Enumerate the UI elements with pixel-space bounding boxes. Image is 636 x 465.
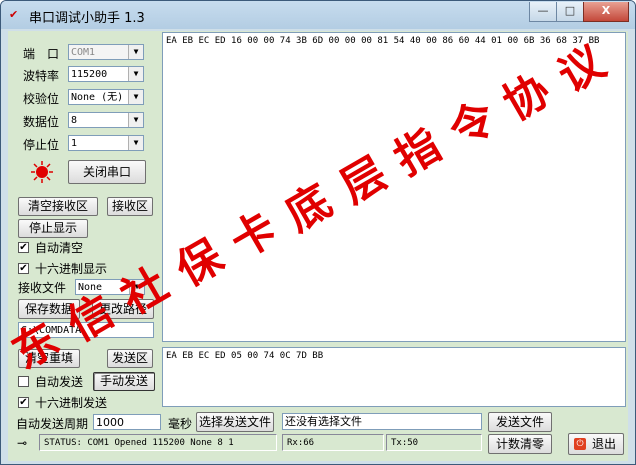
databits-label: 数据位 [23,115,60,129]
port-select[interactable]: COM1 ▼ [68,44,144,60]
auto-clear-checkbox[interactable]: ✔ [18,242,29,253]
close-port-button[interactable]: 关闭串口 [68,160,146,184]
exit-label: 退出 [591,437,616,451]
port-status-light-icon [31,161,53,183]
choose-send-file-button[interactable]: 选择发送文件 [196,412,274,432]
baud-value: 115200 [71,69,108,80]
minimize-button[interactable]: — [529,2,557,22]
power-icon: ⏻ [574,438,586,450]
auto-clear-label: 自动清空 [35,241,84,255]
rx-counter: Rx:66 [282,434,384,451]
chevron-down-icon[interactable]: ▼ [128,45,143,59]
window-title: 串口调试小助手 1.3 [29,11,145,26]
save-data-button[interactable]: 保存数据 [18,299,80,319]
receive-area-button[interactable]: 接收区 [107,197,153,216]
hex-send-label: 十六进制发送 [35,396,108,410]
send-period-field[interactable]: 1000 [93,414,161,430]
title-bar[interactable]: ✔ 串口调试小助手 1.3 — □ X [1,1,635,29]
hex-send-checkbox[interactable]: ✔ [18,397,29,408]
receive-textarea[interactable]: EA EB EC ED 16 00 00 74 3B 6D 00 00 00 8… [162,32,626,342]
chevron-down-icon[interactable]: ▼ [128,90,143,104]
ms-label: 毫秒 [168,417,193,431]
databits-value: 8 [71,115,78,126]
plug-icon: ⊸ [17,436,28,450]
auto-send-checkbox[interactable] [18,376,29,387]
exit-button[interactable]: ⏻ 退出 [568,433,624,455]
receive-file-value: None [78,282,103,293]
parity-select[interactable]: None (无) ▼ [68,89,144,105]
stopbits-select[interactable]: 1 ▼ [68,135,144,151]
receive-file-select[interactable]: None ▼ [75,279,145,295]
client-area: 端 口 COM1 ▼ 波特率 115200 ▼ 校验位 None (无) ▼ 数据位 … [8,31,628,461]
save-path-field[interactable]: C:\COMDATA [18,322,154,338]
clear-receive-button[interactable]: 清空接收区 [18,197,98,216]
maximize-button[interactable]: □ [556,2,584,22]
baud-select[interactable]: 115200 ▼ [68,66,144,82]
chevron-down-icon[interactable]: ▼ [129,280,144,294]
manual-send-button[interactable]: 手动发送 [93,372,155,391]
parity-value: None (无) [71,92,124,103]
auto-send-label: 自动发送 [35,375,84,389]
app-window: ✔ 串口调试小助手 1.3 — □ X 端 口 COM1 ▼ 波特率 115200… [0,0,636,465]
send-file-status: 还没有选择文件 [282,413,482,430]
send-period-label: 自动发送周期 [16,417,89,431]
receive-file-label: 接收文件 [18,281,67,295]
baud-label: 波特率 [23,69,60,83]
change-path-button[interactable]: 更改路径 [92,299,154,319]
clear-send-button[interactable]: 清空重填 [18,349,80,368]
chevron-down-icon[interactable]: ▼ [128,136,143,150]
parity-label: 校验位 [23,92,60,106]
close-button[interactable]: X [583,2,629,22]
port-label: 端 口 [23,47,60,61]
port-value: COM1 [71,47,96,58]
stopbits-value: 1 [71,138,78,149]
chevron-down-icon[interactable]: ▼ [128,113,143,127]
stop-display-button[interactable]: 停止显示 [18,219,88,238]
send-file-button[interactable]: 发送文件 [488,412,552,432]
hex-display-checkbox[interactable]: ✔ [18,263,29,274]
send-area-button[interactable]: 发送区 [107,349,153,368]
stopbits-label: 停止位 [23,138,60,152]
tx-counter: Tx:50 [386,434,482,451]
chevron-down-icon[interactable]: ▼ [128,67,143,81]
status-text: STATUS: COM1 Opened 115200 None 8 1 [39,434,277,451]
app-icon: ✔ [9,8,19,21]
reset-count-button[interactable]: 计数清零 [488,434,552,454]
send-textarea[interactable]: EA EB EC ED 05 00 74 0C 7D BB [162,347,626,407]
hex-display-label: 十六进制显示 [35,262,108,276]
databits-select[interactable]: 8 ▼ [68,112,144,128]
